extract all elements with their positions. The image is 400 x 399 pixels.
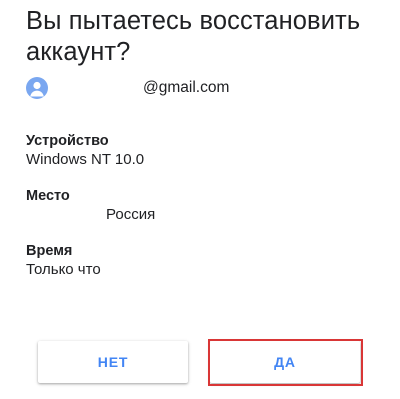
email-suffix: @gmail.com bbox=[143, 79, 230, 96]
email-redacted-area bbox=[63, 77, 143, 99]
device-section: Устройство Windows NT 10.0 bbox=[26, 132, 144, 170]
time-section: Время Только что bbox=[26, 242, 101, 280]
location-value-row: Россия bbox=[26, 205, 155, 225]
yes-button[interactable]: ДА bbox=[210, 341, 360, 383]
recovery-confirm-screen: Вы пытаетесь восстановить аккаунт? @gmai… bbox=[0, 0, 400, 399]
person-avatar-icon bbox=[26, 77, 48, 99]
location-section: Место Россия bbox=[26, 187, 155, 225]
time-value: Только что bbox=[26, 261, 101, 278]
no-button[interactable]: НЕТ bbox=[38, 341, 188, 383]
location-value: Россия bbox=[106, 206, 156, 223]
page-title: Вы пытаетесь восстановить аккаунт? bbox=[26, 7, 361, 66]
account-row: @gmail.com bbox=[26, 74, 229, 102]
location-redacted-area bbox=[26, 206, 106, 224]
device-value: Windows NT 10.0 bbox=[26, 151, 145, 168]
device-label: Устройство bbox=[26, 133, 109, 149]
location-label: Место bbox=[26, 188, 70, 204]
time-label: Время bbox=[26, 243, 73, 259]
